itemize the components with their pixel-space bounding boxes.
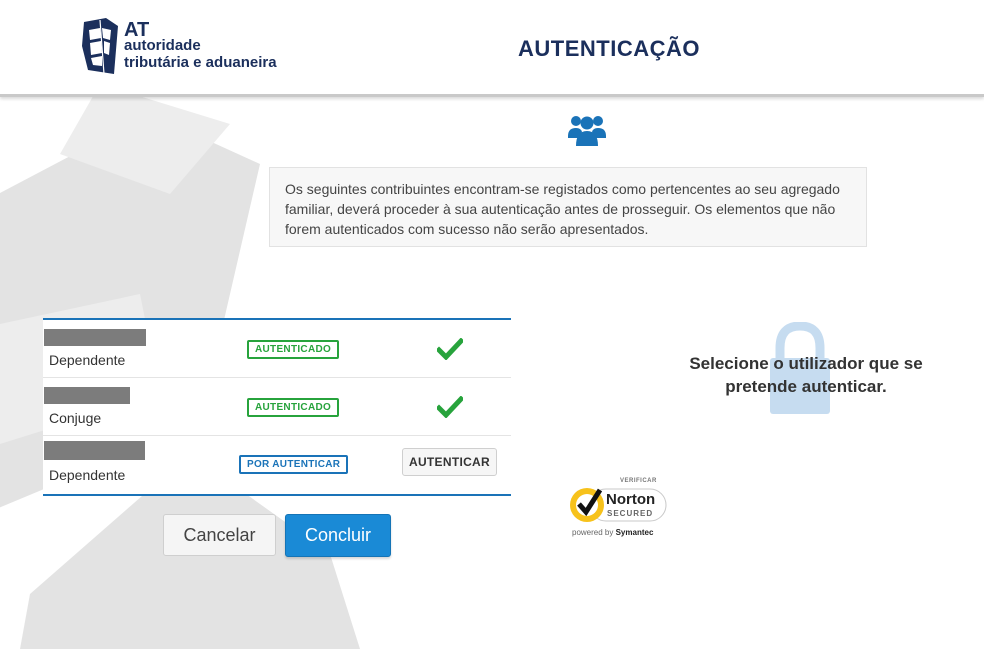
logo-line2: tributária e aduaneira bbox=[124, 54, 277, 71]
household-members-table: Dependente AUTENTICADO Conjuge AUTENTICA… bbox=[43, 318, 511, 496]
confirm-button[interactable]: Concluir bbox=[285, 514, 391, 557]
info-message: Os seguintes contribuintes encontram-se … bbox=[269, 167, 867, 247]
authenticate-button[interactable]: AUTENTICAR bbox=[402, 448, 497, 476]
check-icon bbox=[437, 396, 463, 418]
status-badge: POR AUTENTICAR bbox=[239, 455, 349, 474]
norton-seal[interactable]: VERIFICAR Norton SECURED powered by Syma… bbox=[566, 478, 670, 540]
redacted-name bbox=[44, 441, 145, 460]
header: AT autoridade tributária e aduaneira AUT… bbox=[0, 0, 984, 97]
norton-verify-text: VERIFICAR bbox=[620, 478, 657, 484]
status-badge: AUTENTICADO bbox=[247, 340, 340, 359]
status-badge: AUTENTICADO bbox=[247, 398, 340, 417]
users-icon bbox=[568, 116, 606, 146]
member-role: Dependente bbox=[49, 352, 126, 368]
norton-name: Norton bbox=[606, 491, 656, 508]
member-role: Dependente bbox=[49, 467, 126, 483]
page-title: AUTENTICAÇÃO bbox=[518, 36, 700, 61]
check-icon bbox=[437, 338, 463, 360]
redacted-name bbox=[44, 329, 146, 346]
norton-powered-by: powered by Symantec bbox=[572, 528, 653, 537]
select-user-message: Selecione o utilizador que se pretende a… bbox=[689, 354, 923, 396]
member-role: Conjuge bbox=[49, 410, 102, 426]
main-content: Os seguintes contribuintes encontram-se … bbox=[0, 0, 984, 649]
norton-powered-brand: Symantec bbox=[615, 528, 654, 537]
logo-line1: autoridade bbox=[124, 37, 201, 54]
table-row: Dependente POR AUTENTICAR AUTENTICAR bbox=[43, 435, 511, 492]
at-logo[interactable]: AT autoridade tributária e aduaneira bbox=[80, 16, 295, 78]
table-row: Conjuge AUTENTICADO bbox=[43, 378, 511, 436]
table-row: Dependente AUTENTICADO bbox=[43, 320, 511, 378]
at-emblem-icon bbox=[82, 18, 118, 75]
cancel-button[interactable]: Cancelar bbox=[163, 514, 276, 556]
norton-secured: SECURED bbox=[607, 509, 654, 518]
norton-powered-prefix: powered by bbox=[572, 528, 614, 537]
redacted-name bbox=[44, 387, 130, 404]
